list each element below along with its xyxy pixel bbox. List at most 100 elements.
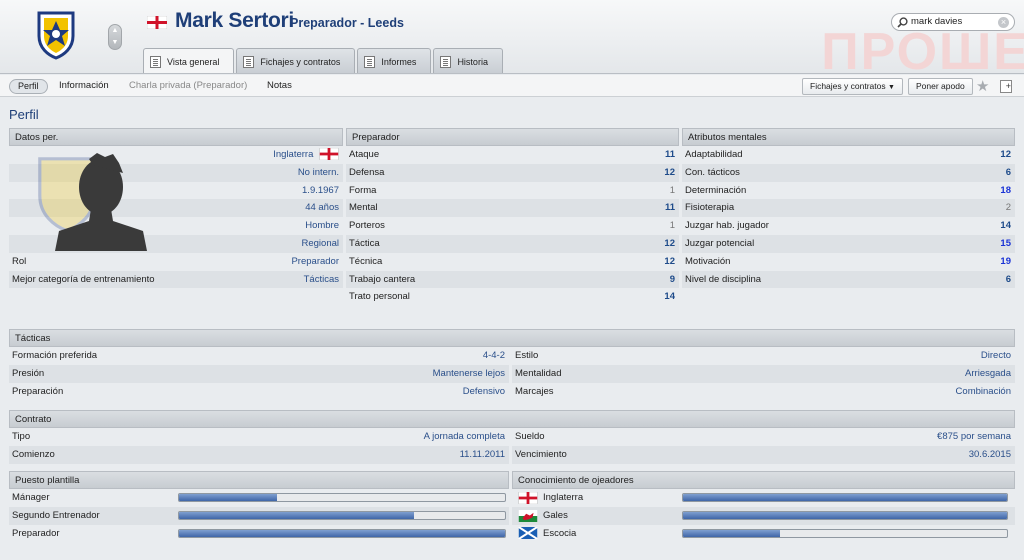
row-value[interactable]: 4-4-2 [483, 347, 505, 365]
contract-left-list: Tipo A jornada completa Comienzo 11.11.2011 [9, 428, 509, 464]
info-row: Presión Mantenerse lejos [9, 364, 509, 383]
attribute-label: Forma [349, 184, 377, 196]
england-flag-icon [146, 15, 168, 32]
row-label: Marcajes [515, 385, 554, 397]
clear-search-icon[interactable]: × [998, 17, 1009, 28]
bar-row: Mánager [9, 489, 509, 507]
england-flag-icon [518, 491, 538, 505]
tab-overview[interactable]: Vista general [143, 48, 235, 73]
attribute-row: Mental 11 [346, 199, 679, 218]
birthdate-value: 1.9.1967 [302, 184, 339, 196]
tab-history[interactable]: Historia [433, 48, 503, 73]
subnav-profile[interactable]: Perfil [9, 79, 48, 94]
row-label: Vencimiento [515, 448, 567, 460]
panel-header: Preparador [346, 128, 679, 146]
attribute-label: Táctica [349, 237, 380, 249]
row-label: Presión [12, 367, 45, 379]
bar-row: Segundo Entrenador [9, 506, 509, 525]
nationality-text: Inglaterra [273, 149, 314, 160]
row-label: Preparación [12, 385, 64, 397]
row-value[interactable]: 11.11.2011 [460, 446, 505, 464]
attribute-value: 14 [664, 291, 675, 303]
header-bar: ПРОШЕ ▲ ▼ Mark Sertori Preparador - Leeds… [0, 0, 1024, 74]
panel-header: Conocimiento de ojeadores [512, 471, 1015, 489]
tab-label: Informes [381, 56, 417, 67]
reputation-value: Regional [301, 237, 340, 249]
attribute-label: Trabajo cantera [349, 273, 416, 285]
bar-row: Inglaterra [512, 489, 1015, 507]
attribute-label: Fisioterapia [685, 202, 735, 214]
tab-contracts[interactable]: Fichajes y contratos [236, 48, 356, 73]
button-label: Fichajes y contratos [810, 81, 886, 91]
subnav-information[interactable]: Información [59, 80, 109, 91]
nickname-button[interactable]: Poner apodo [908, 78, 973, 95]
row-value[interactable]: Tácticas [304, 271, 339, 289]
search-box[interactable]: × [891, 13, 1015, 31]
row-value[interactable]: Directo [981, 347, 1011, 365]
row-label: Rol [12, 255, 27, 267]
search-input[interactable] [911, 16, 995, 27]
contract-right-list: Sueldo €875 por semana Vencimiento 30.6.201… [512, 428, 1015, 464]
attribute-value: 12 [664, 166, 675, 178]
info-row: Formación preferida 4-4-2 [9, 347, 509, 365]
book-icon [364, 55, 376, 68]
tab-reports[interactable]: Informes [357, 48, 432, 73]
row-value[interactable]: 30.6.2015 [969, 446, 1011, 464]
panel-header: Datos per. [9, 128, 343, 146]
subnav-private-chat[interactable]: Charla privada (Preparador) [129, 80, 247, 91]
gender-value: Hombre [305, 220, 339, 232]
info-row: Preparación Defensivo [9, 383, 509, 401]
attribute-value: 11 [664, 149, 675, 160]
bar-row: Preparador [9, 525, 509, 543]
tab-label: Historia [457, 56, 488, 67]
row-value[interactable]: Defensivo [463, 383, 505, 401]
attribute-value: 12 [664, 255, 675, 267]
level-fill [179, 511, 414, 519]
star-icon[interactable]: ★ [976, 77, 989, 95]
club-crest-icon [36, 10, 76, 63]
profile-card-icon [150, 55, 161, 68]
attribute-value: 12 [664, 237, 675, 249]
info-row: Marcajes Combinación [512, 383, 1015, 401]
contracts-dropdown-button[interactable]: Fichajes y contratos ▼ [802, 78, 903, 95]
scouting-knowledge-panel: Conocimiento de ojeadores Inglaterra Gale… [512, 471, 1015, 542]
row-value[interactable]: Mantenerse lejos [433, 365, 505, 383]
attribute-label: Trato personal [349, 291, 410, 303]
level-bar [178, 528, 506, 538]
person-silhouette-icon [53, 151, 149, 254]
personal-data-panel: Datos per. Inglaterra No intern. 1.9.196… [9, 128, 343, 289]
attribute-label: Mental [349, 202, 378, 214]
attribute-row: Porteros 1 [346, 217, 679, 235]
attribute-row: Adaptabilidad 12 [682, 146, 1015, 164]
attribute-value: 1 [669, 220, 675, 232]
row-label: Escocia [543, 527, 577, 539]
level-fill [179, 529, 505, 537]
squad-role-list: Mánager Segundo Entrenador Preparador [9, 489, 509, 542]
england-flag-icon [319, 148, 339, 161]
wales-flag-icon [518, 509, 538, 522]
row-label: Formación preferida [12, 350, 98, 361]
scotland-flag-icon [518, 526, 538, 541]
nationality-value[interactable]: Inglaterra [273, 146, 339, 164]
tactics-left-list: Formación preferida 4-4-2 Presión Manteners… [9, 347, 509, 400]
subnav-notes[interactable]: Notas [267, 80, 292, 91]
panel-header: Atributos mentales [682, 128, 1015, 146]
subnav-bar: Perfil Información Charla privada (Prepa… [0, 75, 1024, 97]
search-icon [897, 17, 908, 31]
attribute-label: Porteros [349, 220, 385, 232]
row-value[interactable]: Arriesgada [965, 365, 1011, 383]
attribute-value: 9 [669, 273, 675, 285]
level-bar [682, 510, 1008, 520]
row-value[interactable]: Combinación [956, 383, 1011, 401]
info-row: Comienzo 11.11.2011 [9, 445, 509, 464]
international-value: No intern. [297, 166, 339, 178]
add-note-icon[interactable]: + [1000, 80, 1012, 93]
row-value[interactable]: A jornada completa [424, 428, 505, 446]
page-icon [440, 55, 452, 68]
attribute-value: 15 [1000, 237, 1011, 249]
row-value[interactable]: €875 por semana [937, 428, 1011, 446]
contract-panel: Contrato Tipo A jornada completa Comienzo 1… [9, 410, 1015, 464]
panel-header: Tácticas [9, 329, 1015, 347]
player-scroll-arrows[interactable]: ▲ ▼ [108, 24, 122, 50]
person-role-club[interactable]: Preparador - Leeds [290, 16, 404, 30]
